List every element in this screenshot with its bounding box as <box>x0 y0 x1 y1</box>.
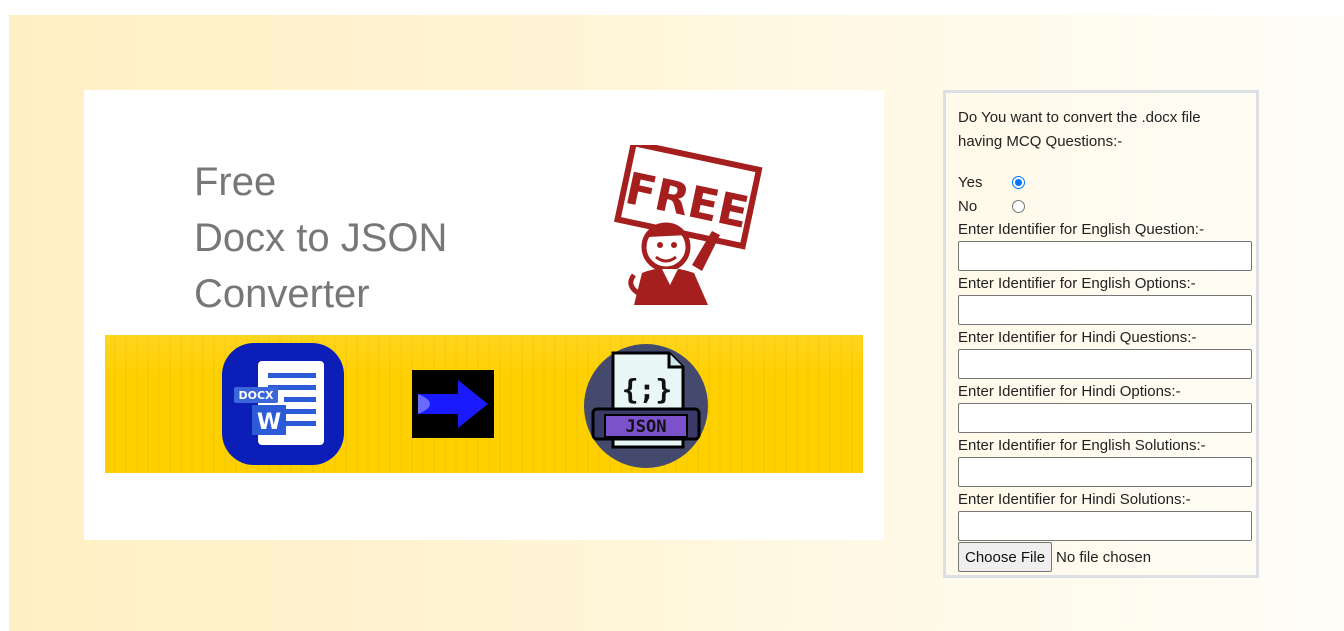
english-question-label: Enter Identifier for English Question:- <box>958 221 1204 238</box>
english-options-input[interactable] <box>958 295 1252 325</box>
word-icon-label: DOCX <box>238 389 274 402</box>
file-status-text: No file chosen <box>1056 548 1152 566</box>
radio-row-no: No <box>958 194 1025 218</box>
json-icon-label: JSON <box>626 417 667 437</box>
hero-title-line-2: Docx to JSON <box>194 216 448 260</box>
hero-title-line-1: Free <box>194 160 277 204</box>
hero-image: Free Docx to JSON Converter FREE DOCX W … <box>84 90 884 540</box>
hero-title-line-3: Converter <box>194 272 370 316</box>
json-icon-braces: {;} <box>622 373 673 406</box>
hindi-questions-input[interactable] <box>958 349 1252 379</box>
arrow-right-icon <box>412 370 494 438</box>
english-solutions-label: Enter Identifier for English Solutions:- <box>958 437 1206 454</box>
json-file-icon: {;} JSON <box>584 344 708 468</box>
mcq-question-text: Do You want to convert the .docx file ha… <box>958 109 1201 150</box>
converter-form: Do You want to convert the .docx file ha… <box>943 90 1259 578</box>
word-docx-icon: DOCX W <box>222 343 344 465</box>
hindi-options-label: Enter Identifier for Hindi Options:- <box>958 383 1181 400</box>
free-mascot-icon: FREE <box>613 145 763 305</box>
hero-title: Free Docx to JSON Converter <box>194 154 447 322</box>
choose-file-button[interactable]: Choose File <box>958 542 1053 572</box>
english-options-label: Enter Identifier for English Options:- <box>958 275 1196 292</box>
conversion-banner: DOCX W {;} JSON <box>105 335 863 473</box>
radio-no[interactable] <box>1012 199 1025 213</box>
hindi-questions-label: Enter Identifier for Hindi Questions:- <box>958 329 1197 346</box>
word-icon-letter: W <box>257 410 281 435</box>
hindi-options-input[interactable] <box>958 403 1252 433</box>
hindi-solutions-label: Enter Identifier for Hindi Solutions:- <box>958 491 1191 508</box>
radio-yes-label: Yes <box>958 173 983 191</box>
radio-yes[interactable] <box>1012 175 1025 189</box>
file-chooser: Choose File No file chosen <box>958 542 1151 572</box>
hindi-solutions-input[interactable] <box>958 511 1252 541</box>
radio-no-label: No <box>958 197 978 215</box>
radio-row-yes: Yes <box>958 170 1025 194</box>
english-solutions-input[interactable] <box>958 457 1252 487</box>
english-question-input[interactable] <box>958 241 1252 271</box>
